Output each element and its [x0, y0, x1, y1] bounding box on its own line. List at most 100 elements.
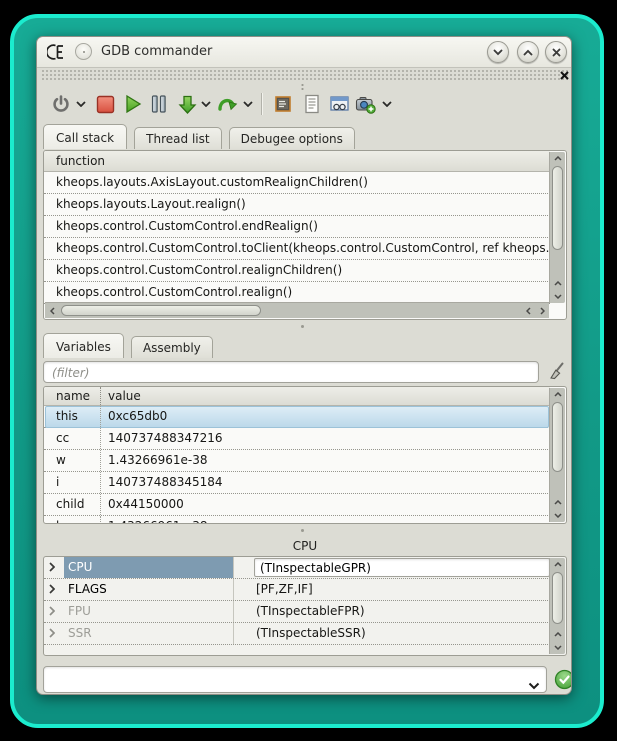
snapshot-icon: [355, 94, 377, 115]
toolbar-separator: [261, 93, 262, 115]
callstack-vthumb[interactable]: [552, 166, 563, 250]
snapshot-dropdown[interactable]: [381, 98, 393, 110]
step-over-dropdown[interactable]: [242, 98, 254, 110]
shade-button[interactable]: [487, 41, 509, 63]
scroll-up-icon[interactable]: [550, 628, 565, 641]
scroll-left-icon[interactable]: [521, 303, 535, 318]
step-into-dropdown[interactable]: [200, 98, 212, 110]
variable-row[interactable]: h1.43266961e-38: [44, 516, 550, 524]
variable-row[interactable]: child0x44150000: [44, 494, 550, 516]
disassembly-icon: [302, 94, 322, 114]
filter-input[interactable]: [44, 363, 538, 383]
cpu-row[interactable]: SSR (TInspectableSSR): [44, 623, 550, 645]
callstack-row[interactable]: kheops.layouts.Layout.realign(): [44, 194, 550, 216]
check-icon: [554, 669, 572, 690]
tab-variables[interactable]: Variables: [43, 333, 124, 358]
cpu-row[interactable]: FPU (TInspectableFPR): [44, 601, 550, 623]
variable-row[interactable]: i140737488345184: [44, 472, 550, 494]
expander-icon[interactable]: [49, 605, 55, 619]
cpu-row[interactable]: CPU (TInspectableGPR): [44, 557, 550, 579]
step-into-icon: [177, 94, 198, 115]
callstack-hscrollbar[interactable]: [45, 302, 549, 318]
power-dropdown[interactable]: [75, 98, 87, 110]
step-over-button[interactable]: [215, 91, 239, 117]
scroll-up-icon[interactable]: [550, 277, 565, 290]
chevron-down-icon: [76, 101, 86, 107]
tab-debugee-options[interactable]: Debugee options: [229, 127, 355, 149]
power-button[interactable]: [49, 91, 73, 117]
chevron-down-icon: [382, 101, 392, 107]
window-menu-button[interactable]: [75, 43, 92, 60]
broom-icon: [547, 361, 567, 381]
expander-icon[interactable]: [49, 561, 55, 575]
variables-vthumb[interactable]: [552, 402, 563, 472]
callstack-hthumb[interactable]: [61, 305, 261, 316]
gdb-commander-window: GDB commander: [36, 36, 572, 695]
cpu-value-field[interactable]: (TInspectableGPR): [255, 559, 549, 578]
snapshot-button[interactable]: [354, 91, 378, 117]
inspector-tabbar: Variables Assembly: [43, 333, 567, 358]
scroll-up-icon[interactable]: [550, 496, 565, 509]
callstack-vscrollbar[interactable]: [549, 152, 565, 303]
dock-handle[interactable]: [41, 69, 569, 82]
variables-col-value[interactable]: value: [108, 387, 141, 405]
callstack-row[interactable]: kheops.control.CustomControl.toClient(kh…: [44, 238, 550, 260]
scroll-right-icon[interactable]: [535, 303, 549, 318]
variables-col-name[interactable]: name: [56, 389, 90, 403]
splitter-handle[interactable]: [301, 325, 304, 328]
cpu-group-title: CPU: [37, 539, 572, 553]
callstack-row[interactable]: kheops.layouts.AxisLayout.customRealignC…: [44, 172, 550, 194]
callstack-column-header[interactable]: function: [44, 151, 550, 172]
run-button[interactable]: [121, 91, 145, 117]
variable-row[interactable]: w1.43266961e-38: [44, 450, 550, 472]
cpu-vscrollbar[interactable]: [549, 558, 565, 654]
tab-thread-list[interactable]: Thread list: [134, 127, 221, 149]
dock-close-icon: [560, 71, 569, 80]
close-button[interactable]: [545, 41, 567, 63]
variables-vscrollbar[interactable]: [549, 388, 565, 522]
chevron-down-icon: [201, 101, 211, 107]
titlebar[interactable]: GDB commander: [37, 37, 571, 68]
splitter-handle[interactable]: [301, 529, 304, 532]
variable-row[interactable]: cc140737488347216: [44, 428, 550, 450]
cpu-row[interactable]: FLAGS [PF,ZF,IF]: [44, 579, 550, 601]
stop-button[interactable]: [93, 91, 117, 117]
scroll-left-icon[interactable]: [45, 303, 59, 318]
maximize-button[interactable]: [517, 41, 539, 63]
gdb-command-input[interactable]: [44, 667, 522, 692]
chevron-down-icon: [493, 49, 503, 56]
callstack-row[interactable]: kheops.control.CustomControl.endRealign(…: [44, 216, 550, 238]
disassembly-button[interactable]: [300, 91, 324, 117]
cpu-view-button[interactable]: [271, 91, 295, 117]
callstack-tabbar: Call stack Thread list Debugee options: [43, 124, 567, 149]
chevron-down-icon: [243, 101, 253, 107]
cpu-vthumb[interactable]: [552, 572, 563, 624]
send-command-button[interactable]: [554, 669, 572, 690]
scroll-up-icon[interactable]: [550, 558, 565, 571]
tab-assembly[interactable]: Assembly: [131, 336, 213, 358]
scroll-up-icon[interactable]: [550, 388, 565, 401]
scroll-up-icon[interactable]: [550, 152, 565, 165]
step-over-icon: [216, 94, 238, 115]
pause-button[interactable]: [147, 91, 171, 117]
step-into-button[interactable]: [175, 91, 199, 117]
clear-filter-button[interactable]: [545, 359, 569, 383]
combo-dropdown-button[interactable]: [528, 675, 540, 694]
scroll-down-icon[interactable]: [550, 641, 565, 654]
tab-call-stack[interactable]: Call stack: [43, 124, 127, 149]
watch-window-icon: [329, 94, 350, 114]
gdb-command-combobox[interactable]: [43, 666, 547, 693]
scroll-down-icon[interactable]: [550, 290, 565, 303]
menu-dot-icon: [83, 51, 85, 53]
expander-icon[interactable]: [49, 627, 55, 641]
debug-toolbar: [37, 85, 572, 123]
callstack-row[interactable]: kheops.control.CustomControl.realignChil…: [44, 260, 550, 282]
scroll-down-icon[interactable]: [550, 509, 565, 522]
filter-field[interactable]: [43, 361, 539, 383]
callstack-row[interactable]: kheops.control.CustomControl.realign(): [44, 282, 550, 304]
dock-close-button[interactable]: [557, 68, 571, 82]
app-logo-icon: [47, 42, 67, 62]
expander-icon[interactable]: [49, 583, 55, 597]
watch-window-button[interactable]: [327, 91, 351, 117]
variable-row[interactable]: this 0xc65db0: [44, 406, 550, 428]
